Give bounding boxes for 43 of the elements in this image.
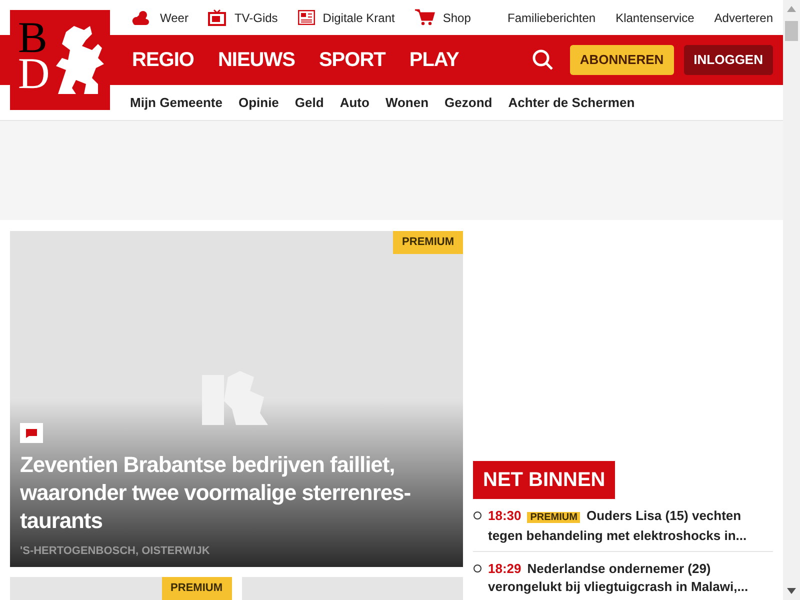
- service-link[interactable]: Familieberichten: [508, 8, 596, 26]
- newspaper-icon: [298, 10, 315, 25]
- nav-link[interactable]: PLAY: [409, 45, 459, 75]
- subnav-link[interactable]: Wonen: [385, 92, 429, 112]
- nav-link[interactable]: NIEUWS: [218, 45, 295, 75]
- premium-badge: PREMIUM: [162, 577, 232, 600]
- article-card[interactable]: PREMIUM: [10, 577, 232, 600]
- utility-link[interactable]: Digitale Krant: [298, 8, 395, 26]
- service-link[interactable]: Klantenservice: [616, 8, 694, 26]
- search-icon[interactable]: [532, 49, 554, 71]
- login-button[interactable]: INLOGGEN: [684, 45, 773, 75]
- premium-badge: PREMIUM: [393, 231, 463, 254]
- timeline-dot-icon: [473, 564, 482, 573]
- scroll-down-icon[interactable]: [787, 588, 796, 594]
- subnav-link[interactable]: Geld: [294, 92, 324, 112]
- utility-link[interactable]: Shop: [414, 8, 471, 26]
- scrollbar[interactable]: [783, 0, 800, 600]
- logo-letter: B: [18, 20, 48, 56]
- tv-icon: [208, 9, 226, 26]
- nav-link[interactable]: REGIO: [132, 45, 194, 75]
- utility-link[interactable]: Weer: [130, 8, 188, 26]
- subnav-link[interactable]: Opinie: [238, 92, 279, 112]
- scrollbar-thumb[interactable]: [785, 21, 798, 41]
- section-title: NET BINNEN: [473, 461, 616, 499]
- hero-article[interactable]: PREMIUM Zeventien Brabantse bedrijven failliet, waaronder twee voormalige sterrenres-taurants 'S-HERTOGENBOSCH, OISTERWIJK: [10, 231, 463, 567]
- logo-letter: D: [18, 56, 50, 92]
- article-headline[interactable]: Zeventien Brabantse bedrijven failliet, waaronder twee voormalige sterrenres-taurants: [20, 450, 430, 534]
- utility-link[interactable]: TV-Gids: [208, 8, 278, 26]
- article-location: 'S-HERTOGENBOSCH, OISTERWIJK: [20, 544, 211, 558]
- subnav-link[interactable]: Auto: [340, 92, 370, 112]
- weather-icon: [130, 8, 152, 26]
- news-item[interactable]: 18:29 Nederlandse ondernemer (29) verongelukt bij vliegtuigcrash in Malawi,...: [488, 560, 773, 596]
- subnav-link[interactable]: Achter de Schermen: [508, 92, 635, 112]
- nav-link[interactable]: SPORT: [318, 45, 386, 75]
- logo[interactable]: B D: [10, 10, 110, 110]
- cart-icon: [414, 9, 435, 26]
- service-link[interactable]: Adverteren: [714, 8, 773, 26]
- subnav-link[interactable]: Mijn Gemeente: [130, 92, 222, 112]
- news-item[interactable]: 18:30 PREMIUM Ouders Lisa (15) vechten tegen behandeling met elektroshocks in...: [488, 507, 773, 545]
- timeline-dot-icon: [473, 511, 482, 520]
- subscribe-button[interactable]: ABONNEREN: [570, 45, 674, 75]
- subnav-link[interactable]: Gezond: [444, 92, 492, 112]
- scroll-up-icon[interactable]: [787, 6, 796, 12]
